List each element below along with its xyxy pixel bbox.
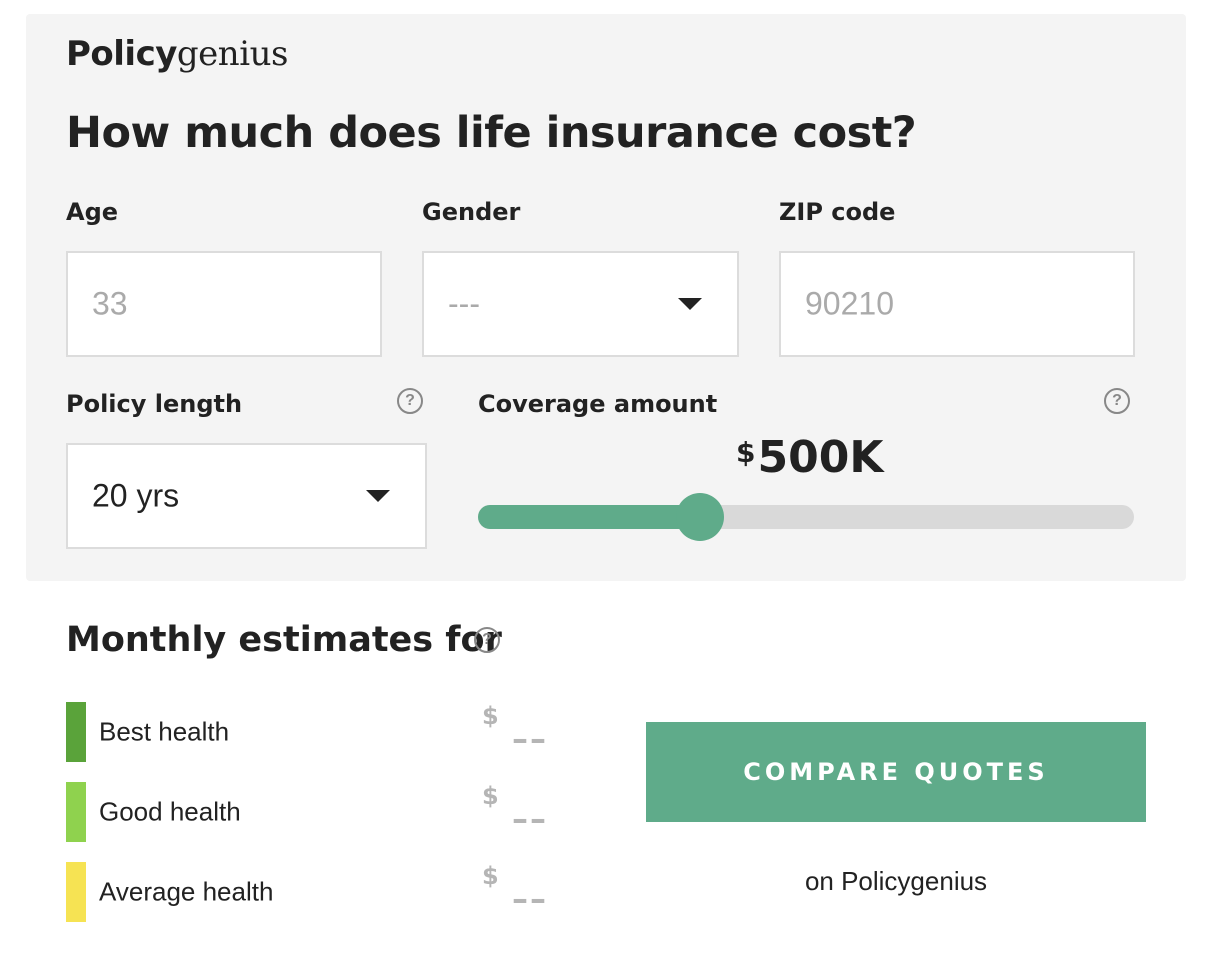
good-health-swatch bbox=[66, 782, 86, 842]
policy-length-value: 20 yrs bbox=[92, 477, 180, 514]
logo-bold-text: Policy bbox=[66, 34, 177, 74]
coverage-amount-number: 500K bbox=[757, 432, 884, 483]
policygenius-logo: Policygenius bbox=[66, 34, 288, 74]
average-health-label: Average health bbox=[99, 876, 274, 907]
price-currency: $ bbox=[482, 782, 499, 810]
average-health-price: $ –– bbox=[482, 862, 562, 918]
price-placeholder: –– bbox=[512, 880, 548, 918]
compare-quotes-button[interactable]: COMPARE QUOTES bbox=[646, 722, 1146, 822]
estimates-help-icon[interactable]: ? bbox=[474, 627, 500, 653]
best-health-price: $ –– bbox=[482, 702, 562, 758]
price-placeholder: –– bbox=[512, 720, 548, 758]
age-placeholder: 33 bbox=[92, 285, 128, 322]
logo-light-text: genius bbox=[176, 34, 289, 74]
page-title: How much does life insurance cost? bbox=[66, 108, 917, 158]
best-health-label: Best health bbox=[99, 716, 230, 747]
chevron-down-icon bbox=[678, 298, 702, 310]
price-placeholder: –– bbox=[512, 800, 548, 838]
policy-length-label: Policy length bbox=[66, 390, 243, 418]
coverage-amount-value: $500K bbox=[736, 432, 883, 483]
policy-length-select[interactable]: 20 yrs bbox=[66, 443, 427, 549]
estimate-row-average-health: Average health $ –– bbox=[66, 862, 566, 922]
policy-length-help-icon[interactable]: ? bbox=[397, 388, 423, 414]
estimate-row-good-health: Good health $ –– bbox=[66, 782, 566, 842]
price-currency: $ bbox=[482, 862, 499, 890]
zip-placeholder: 90210 bbox=[805, 285, 894, 322]
estimates-heading: Monthly estimates for bbox=[66, 620, 502, 660]
currency-symbol: $ bbox=[736, 436, 756, 469]
gender-select[interactable]: --- bbox=[422, 251, 739, 357]
zip-label: ZIP code bbox=[779, 198, 896, 226]
coverage-slider-track[interactable] bbox=[478, 493, 1134, 541]
price-currency: $ bbox=[482, 702, 499, 730]
good-health-price: $ –– bbox=[482, 782, 562, 838]
coverage-help-icon[interactable]: ? bbox=[1104, 388, 1130, 414]
chevron-down-icon bbox=[366, 490, 390, 502]
coverage-slider-handle[interactable] bbox=[675, 493, 724, 541]
age-label: Age bbox=[66, 198, 119, 226]
zip-code-input[interactable]: 90210 bbox=[779, 251, 1135, 357]
gender-label: Gender bbox=[422, 198, 521, 226]
best-health-swatch bbox=[66, 702, 86, 762]
age-input[interactable]: 33 bbox=[66, 251, 382, 357]
estimate-row-best-health: Best health $ –– bbox=[66, 702, 566, 762]
coverage-amount-label: Coverage amount bbox=[478, 390, 718, 418]
coverage-slider-fill bbox=[478, 505, 700, 529]
gender-value: --- bbox=[448, 285, 480, 322]
good-health-label: Good health bbox=[99, 796, 241, 827]
average-health-swatch bbox=[66, 862, 86, 922]
cta-note: on Policygenius bbox=[804, 866, 988, 896]
